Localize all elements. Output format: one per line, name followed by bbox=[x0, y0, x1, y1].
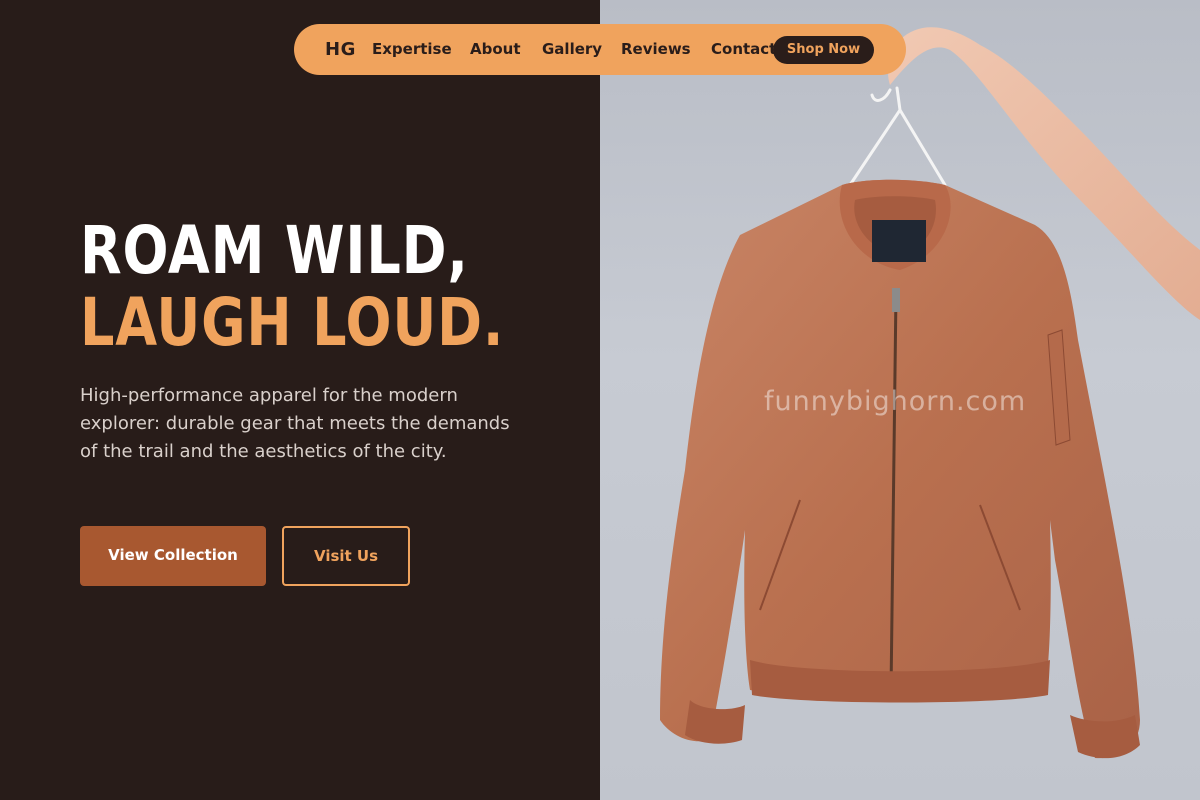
top-navbar: HG Expertise About Gallery Reviews Conta… bbox=[294, 24, 906, 75]
nav-link-about[interactable]: About bbox=[470, 24, 521, 75]
nav-link-expertise[interactable]: Expertise bbox=[372, 24, 452, 75]
watermark-text: funnybighorn.com bbox=[764, 386, 1027, 417]
hero-headline: ROAM WILD, LAUGH LOUD. bbox=[80, 215, 504, 359]
nav-link-reviews[interactable]: Reviews bbox=[621, 24, 691, 75]
view-collection-button[interactable]: View Collection bbox=[80, 526, 266, 586]
headline-line-2: LAUGH LOUD. bbox=[80, 284, 505, 361]
brand-logo[interactable]: HG bbox=[325, 24, 356, 75]
nav-link-contact[interactable]: Contact bbox=[711, 24, 776, 75]
hero-description: High-performance apparel for the modern … bbox=[80, 385, 510, 462]
headline-line-1: ROAM WILD, bbox=[80, 212, 469, 289]
shop-now-button[interactable]: Shop Now bbox=[773, 36, 874, 64]
visit-us-button[interactable]: Visit Us bbox=[282, 526, 410, 586]
nav-link-gallery[interactable]: Gallery bbox=[542, 24, 602, 75]
